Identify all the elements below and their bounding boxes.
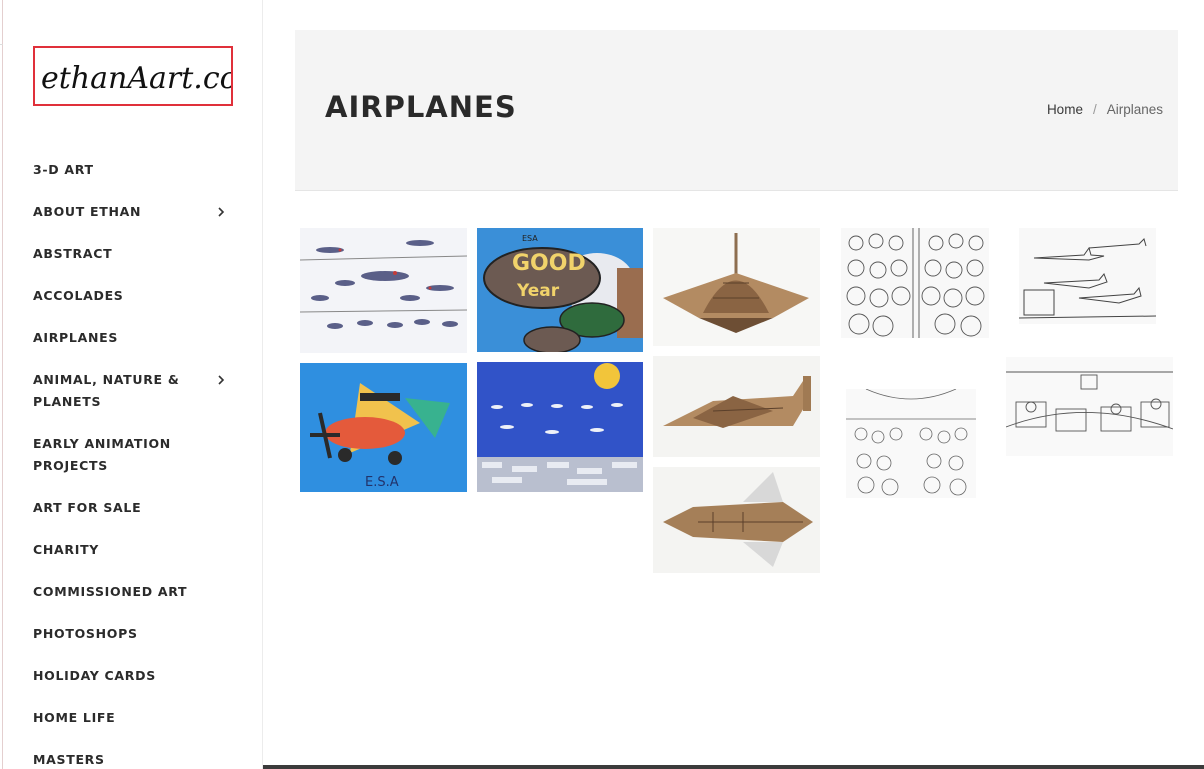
gallery-thumb-cardboard-plane-top[interactable]: [653, 467, 820, 573]
gallery-thumb-cardboard-plane-side[interactable]: [653, 356, 820, 457]
sidebar-item-label: ANIMAL, NATURE & PLANETS: [33, 372, 180, 409]
sidebar-item-holiday-cards[interactable]: HOLIDAY CARDS: [33, 665, 233, 687]
gallery-image: [653, 356, 820, 457]
gallery-thumb-airplane-sketch[interactable]: [1019, 228, 1156, 324]
painting-text-good: GOOD: [512, 251, 586, 276]
sidebar-item-label: PHOTOSHOPS: [33, 626, 138, 641]
sidebar-item-label: COMMISSIONED ART: [33, 584, 188, 599]
gallery-image: [1006, 357, 1173, 456]
gallery-image: [1019, 228, 1156, 324]
logo-text: ethanAart.com: [41, 61, 231, 96]
sidebar-item-art-for-sale[interactable]: ART FOR SALE: [33, 497, 233, 519]
sidebar-item-label: HOLIDAY CARDS: [33, 668, 156, 683]
breadcrumb-home-link[interactable]: Home: [1047, 102, 1083, 117]
sidebar-item-3-d-art[interactable]: 3-D ART: [33, 159, 233, 181]
sidebar-item-label: ART FOR SALE: [33, 500, 142, 515]
gallery-thumb-airport-painting[interactable]: [477, 362, 643, 492]
sidebar-nav: 3-D ART ABOUT ETHAN ABSTRACT ACCOLADES AIRPL…: [33, 159, 233, 769]
painting-signature: E.S.A: [365, 475, 399, 490]
sidebar-item-about-ethan[interactable]: ABOUT ETHAN: [33, 201, 233, 223]
gallery-image: GOOD Year ESA: [477, 228, 643, 352]
site-logo[interactable]: ethanAart.com: [33, 46, 233, 106]
sidebar-edge-line: [2, 0, 3, 769]
sidebar-item-animal-nature-planets[interactable]: ANIMAL, NATURE & PLANETS: [33, 369, 233, 413]
sidebar-item-label: AIRPLANES: [33, 330, 119, 345]
gallery-thumb-passenger-sketch[interactable]: [841, 228, 989, 338]
gallery-thumb-cabin-sketch[interactable]: [846, 389, 976, 498]
page-header: AIRPLANES Home / Airplanes: [295, 30, 1178, 191]
sidebar-item-abstract[interactable]: ABSTRACT: [33, 243, 233, 265]
gallery-thumb-goodyear-blimp[interactable]: GOOD Year ESA: [477, 228, 643, 352]
sidebar-item-label: EARLY ANIMATION PROJECTS: [33, 436, 171, 473]
logo-wordmark: ethanAart.com: [41, 61, 231, 96]
sidebar-item-label: HOME LIFE: [33, 710, 116, 725]
breadcrumb-separator: /: [1092, 102, 1097, 117]
painting-text-esa: ESA: [522, 234, 538, 243]
gallery-thumb-cockpit-sketch[interactable]: [1006, 357, 1173, 456]
chevron-right-icon[interactable]: [215, 369, 227, 391]
sidebar-item-masters[interactable]: MASTERS: [33, 749, 233, 769]
sidebar-item-commissioned-art[interactable]: COMMISSIONED ART: [33, 581, 233, 603]
sidebar-item-accolades[interactable]: ACCOLADES: [33, 285, 233, 307]
sidebar-item-label: MASTERS: [33, 752, 105, 767]
sidebar-item-early-animation-projects[interactable]: EARLY ANIMATION PROJECTS: [33, 433, 233, 477]
gallery-image: [841, 228, 989, 338]
sidebar-item-photoshops[interactable]: PHOTOSHOPS: [33, 623, 233, 645]
sidebar-item-label: ACCOLADES: [33, 288, 124, 303]
sidebar: ethanAart.com 3-D ART ABOUT ETHAN ABSTRACT…: [0, 0, 263, 769]
sidebar-item-label: CHARITY: [33, 542, 100, 557]
breadcrumb: Home / Airplanes: [1047, 102, 1163, 117]
gallery-thumb-cardboard-plane-front[interactable]: [653, 228, 820, 346]
sidebar-item-home-life[interactable]: HOME LIFE: [33, 707, 233, 729]
gallery-image: [653, 228, 820, 346]
sidebar-item-label: ABOUT ETHAN: [33, 204, 142, 219]
gallery-image: [846, 389, 976, 498]
gallery-image: [653, 467, 820, 573]
gallery-thumb-airplanes-sky[interactable]: [300, 228, 467, 353]
chevron-right-icon[interactable]: [215, 201, 227, 223]
painting-text-year: Year: [516, 281, 560, 301]
sidebar-item-label: ABSTRACT: [33, 246, 113, 261]
sidebar-item-charity[interactable]: CHARITY: [33, 539, 233, 561]
sidebar-item-airplanes[interactable]: AIRPLANES: [33, 327, 233, 349]
sidebar-item-label: 3-D ART: [33, 162, 94, 177]
gallery-image: E.S.A: [300, 363, 467, 492]
page-title: AIRPLANES: [325, 90, 517, 124]
breadcrumb-current: Airplanes: [1106, 102, 1163, 117]
gallery-image: [477, 362, 643, 492]
footer-bar: [263, 765, 1204, 769]
gallery-image: [300, 228, 467, 353]
gallery-thumb-colorful-plane[interactable]: E.S.A: [300, 363, 467, 492]
sidebar-top-divider: [0, 44, 3, 45]
